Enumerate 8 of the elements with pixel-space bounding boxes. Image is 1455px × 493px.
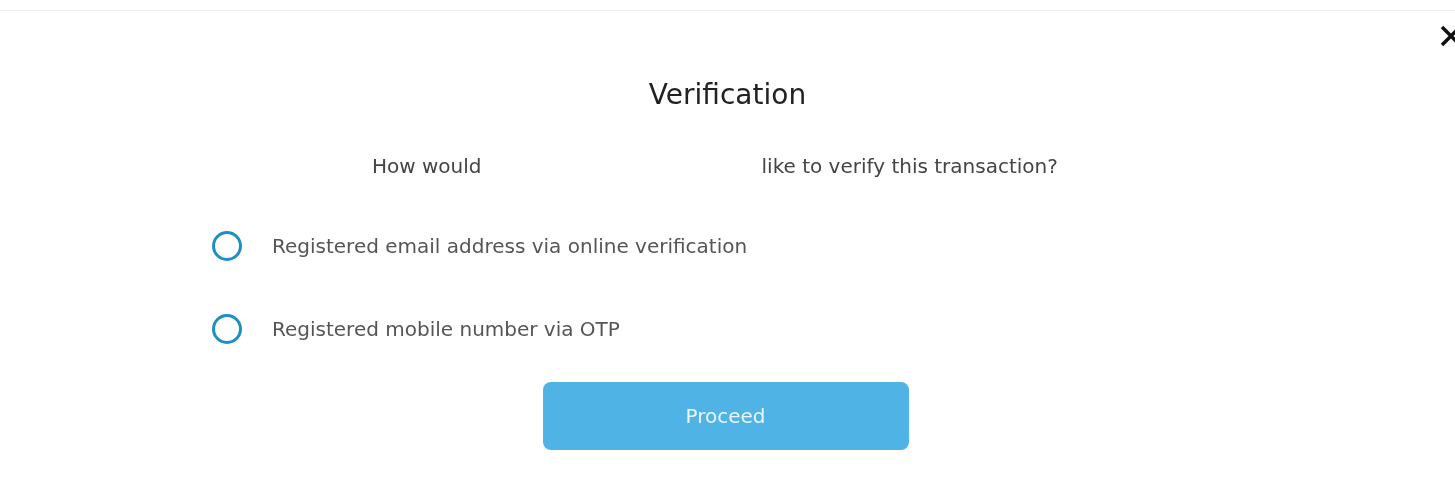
radio-button[interactable] — [212, 231, 242, 261]
dialog-title: Verification — [648, 78, 807, 112]
question-text: How would — [372, 154, 482, 178]
option-label: Registered mobile number via OTP — [272, 317, 620, 341]
question-text: like to verify this transaction? — [761, 154, 1058, 178]
radio-button[interactable] — [212, 314, 242, 344]
proceed-button[interactable]: Proceed — [542, 382, 909, 450]
option-label: Registered email address via online verification — [272, 234, 748, 258]
